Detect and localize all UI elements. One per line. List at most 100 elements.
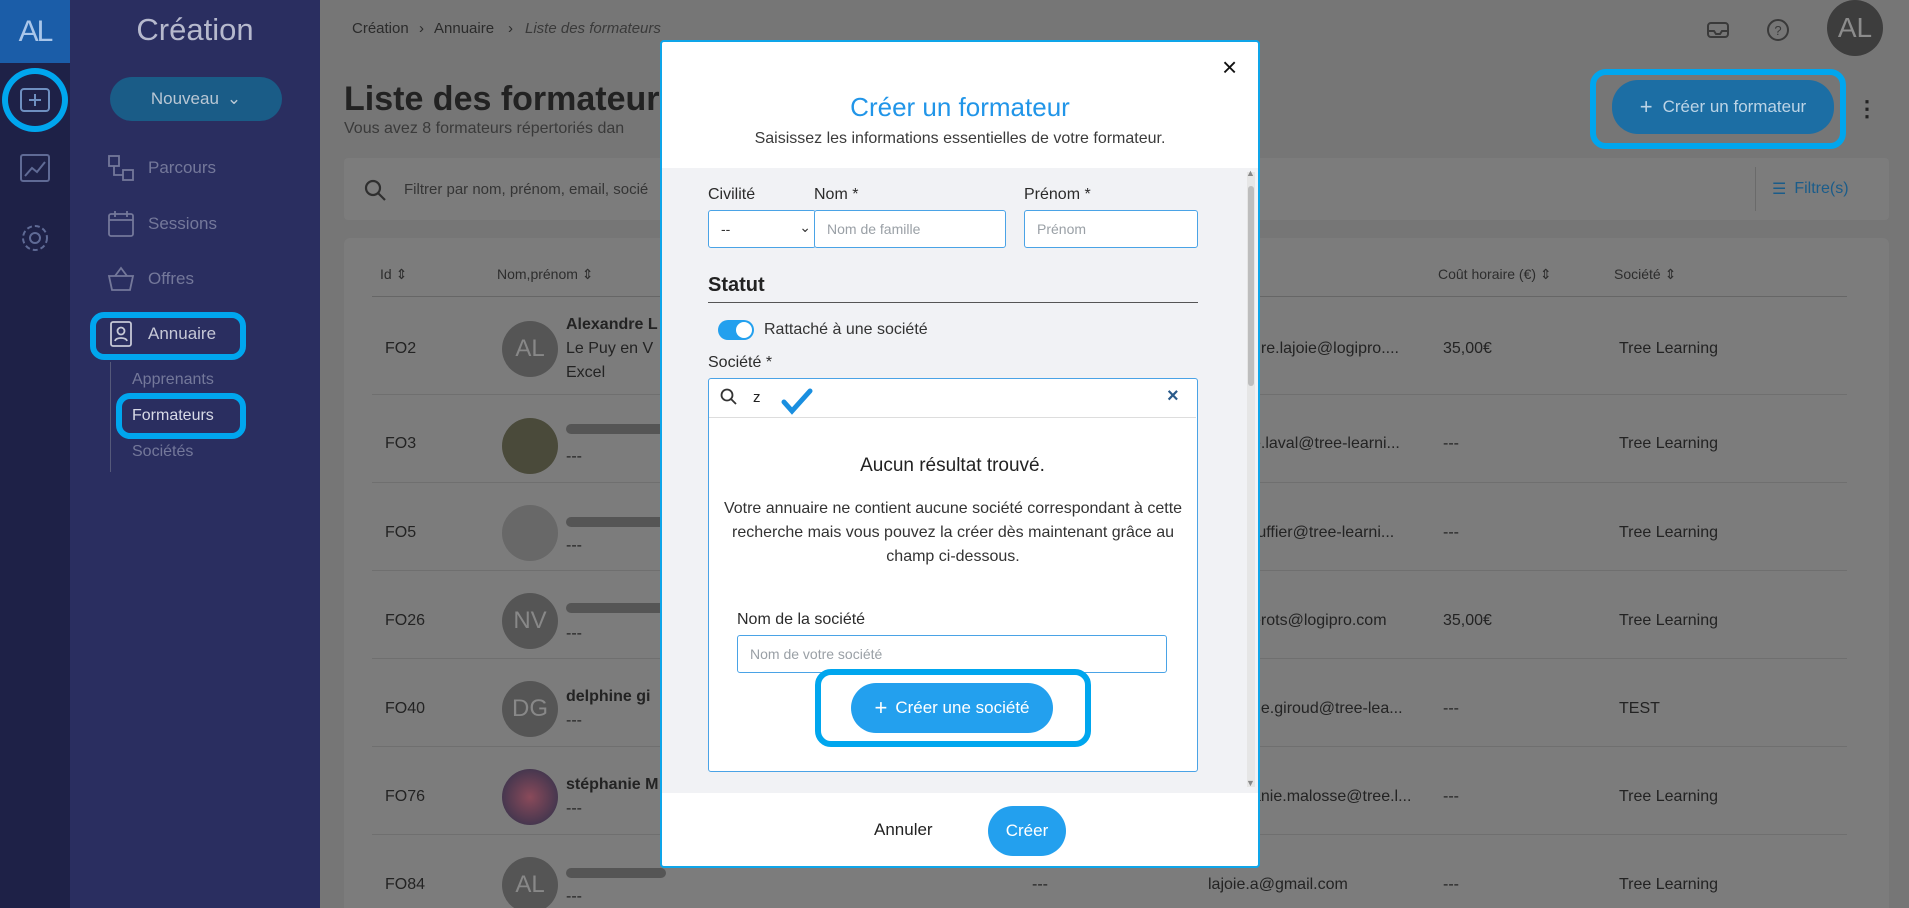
filter-input[interactable]: Filtrer par nom, prénom, email, socié [404, 181, 648, 198]
subitem-apprenants[interactable]: Apprenants [132, 371, 214, 389]
filters-button[interactable]: ☰ Filtre(s) [1755, 167, 1879, 211]
no-result-text: Votre annuaire ne contient aucune sociét… [723, 500, 1183, 565]
highlight-box [90, 312, 246, 360]
filters-label: Filtre(s) [1794, 180, 1849, 197]
checkmark-icon [781, 387, 813, 420]
scroll-down-icon[interactable]: ▼ [1246, 778, 1255, 788]
avatar [502, 505, 558, 561]
icon-rail: AL [0, 0, 70, 908]
calendar-icon [108, 211, 134, 237]
user-avatar[interactable]: AL [1827, 0, 1883, 56]
sidebar-item-sessions[interactable]: Sessions [106, 206, 217, 242]
societe-label: Société * [708, 354, 773, 371]
sidebar-title: Création [136, 12, 254, 47]
gear-icon[interactable] [15, 218, 55, 258]
cell-company: Tree Learning [1619, 788, 1719, 805]
redacted-name [566, 517, 666, 527]
cell-detail: --- [566, 800, 582, 817]
chevron-down-icon: ⌄ [799, 219, 811, 235]
basket-icon [107, 266, 135, 291]
search-divider [709, 417, 1196, 418]
clear-search-icon[interactable]: × [1167, 385, 1179, 408]
column-header-company[interactable]: Société ⇕ [1614, 266, 1676, 283]
prenom-label: Prénom * [1024, 186, 1091, 203]
cell-email: dre.lajoie@logipro.... [1252, 340, 1399, 357]
avatar: DG [502, 681, 558, 737]
column-header-name[interactable]: Nom,prénom ⇕ [497, 266, 594, 283]
avatar: NV [502, 593, 558, 649]
cell-cost: --- [1443, 435, 1459, 452]
toggle-label: Rattaché à une société [764, 321, 928, 338]
column-header-cost[interactable]: Coût horaire (€) ⇕ [1438, 266, 1552, 283]
company-toggle[interactable] [718, 320, 754, 340]
highlight-box [815, 669, 1091, 747]
breadcrumb-item[interactable]: Création [352, 20, 409, 37]
cell-name: delphine gi [566, 688, 651, 705]
cell-id: FO26 [385, 612, 426, 629]
cell-id: FO84 [385, 876, 426, 893]
modal-title: Créer un formateur [850, 92, 1070, 122]
cell-cost: --- [1443, 788, 1459, 805]
cell-cost: --- [1443, 700, 1459, 717]
cell-cost: --- [1443, 876, 1459, 893]
statut-heading: Statut [708, 274, 765, 296]
search-icon [362, 177, 388, 208]
chart-icon[interactable] [15, 148, 55, 188]
nom-input[interactable]: Nom de famille [814, 210, 1006, 248]
cell-cost: 35,00€ [1443, 612, 1492, 629]
cell-email: ne.giroud@tree-lea... [1252, 700, 1403, 717]
sidebar: Création Nouveau ⌄ Parcours Sessions Off… [70, 0, 320, 908]
company-name-input[interactable]: Nom de votre société [737, 635, 1167, 673]
avatar [502, 418, 558, 474]
cell-detail: --- [566, 625, 582, 642]
statut-divider [708, 302, 1198, 303]
highlight-box [116, 393, 246, 439]
civilite-select[interactable]: -- ⌄ [708, 210, 816, 248]
chevron-right-icon: › [419, 20, 424, 37]
more-vertical-icon[interactable]: ⋮ [1856, 96, 1878, 122]
modal-subtitle: Saisissez les informations essentielles … [754, 130, 1166, 147]
prenom-input[interactable]: Prénom [1024, 210, 1198, 248]
flow-icon [108, 155, 134, 181]
app-logo: AL [0, 0, 70, 63]
column-header-id[interactable]: Id ⇕ [380, 266, 407, 283]
cell-extra: --- [1032, 876, 1048, 893]
chevron-right-icon: › [508, 20, 513, 37]
highlight-box [1590, 69, 1846, 149]
scrollbar-thumb[interactable] [1248, 186, 1254, 386]
cell-name: stéphanie M [566, 776, 659, 793]
cell-company: TEST [1619, 700, 1660, 717]
sidebar-item-label: Parcours [148, 158, 217, 177]
cell-company: Tree Learning [1619, 612, 1719, 629]
sidebar-item-offres[interactable]: Offres [106, 261, 194, 297]
help-icon[interactable]: ? [1765, 17, 1791, 48]
cell-company: Tree Learning [1619, 524, 1719, 541]
close-icon[interactable]: × [1222, 54, 1237, 80]
civilite-value: -- [721, 221, 731, 237]
company-search-panel: z × Aucun résultat trouvé. Votre annuair… [708, 378, 1198, 772]
svg-text:?: ? [1774, 23, 1781, 38]
cell-email: erots@logipro.com [1252, 612, 1387, 629]
redacted-name [566, 868, 666, 878]
cell-cost: 35,00€ [1443, 340, 1492, 357]
company-name-label: Nom de la société [737, 611, 866, 628]
cell-detail: --- [566, 537, 582, 554]
page-subtitle: Vous avez 8 formateurs répertoriés dan [344, 120, 625, 137]
submit-button[interactable]: Créer [988, 806, 1066, 856]
company-search-input[interactable]: z [753, 389, 761, 406]
breadcrumb-item[interactable]: Annuaire [434, 20, 494, 37]
no-result-title: Aucun résultat trouvé. [860, 455, 1045, 476]
cell-company: Tree Learning [1619, 435, 1719, 452]
new-button[interactable]: Nouveau ⌄ [110, 77, 282, 121]
cancel-button[interactable]: Annuler [874, 820, 933, 840]
subitem-societes[interactable]: Sociétés [132, 443, 193, 461]
cell-id: FO76 [385, 788, 426, 805]
avatar [502, 769, 558, 825]
sidebar-item-parcours[interactable]: Parcours [106, 150, 216, 186]
cell-detail: --- [566, 712, 582, 729]
scroll-up-icon[interactable]: ▲ [1246, 168, 1255, 178]
cell-id: FO5 [385, 524, 417, 541]
cell-id: FO40 [385, 700, 426, 717]
cell-detail: --- [566, 888, 582, 905]
inbox-icon[interactable] [1705, 17, 1731, 48]
